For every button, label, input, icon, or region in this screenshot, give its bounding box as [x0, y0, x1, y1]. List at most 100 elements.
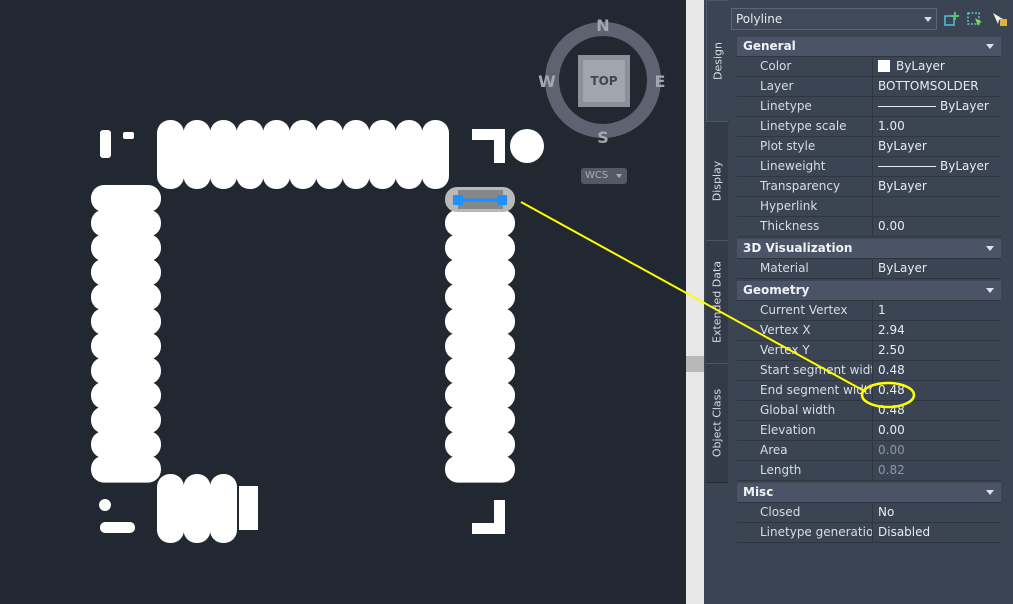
property-value[interactable]: 0.00 [874, 217, 1001, 236]
property-row[interactable]: Linetype ByLayer [737, 97, 1001, 117]
corner-mark[interactable] [472, 500, 505, 534]
property-row[interactable]: Transparency ByLayer [737, 177, 1001, 197]
property-row[interactable]: Vertex X 2.94 [737, 321, 1001, 341]
pad[interactable] [445, 308, 515, 335]
property-row[interactable]: Layer BOTTOMSOLDER [737, 77, 1001, 97]
property-value[interactable]: ByLayer [874, 157, 1001, 176]
tab-extended-data[interactable]: Extended Data [706, 240, 728, 364]
property-row[interactable]: Lineweight ByLayer [737, 157, 1001, 177]
pad[interactable] [210, 474, 237, 543]
pad[interactable] [91, 455, 161, 483]
marker[interactable] [99, 499, 111, 511]
pad[interactable] [289, 120, 317, 189]
palette-splitter[interactable] [686, 0, 704, 604]
pad[interactable] [369, 120, 396, 189]
marker[interactable] [100, 522, 135, 533]
pad[interactable] [91, 406, 161, 434]
section-header[interactable]: General [737, 37, 1001, 57]
property-row[interactable]: Material ByLayer [737, 259, 1001, 279]
property-value[interactable]: ByLayer [874, 137, 1001, 156]
collapse-icon[interactable] [986, 490, 994, 495]
wcs-menu[interactable]: WCS [581, 168, 627, 184]
pad[interactable] [239, 486, 258, 530]
pad[interactable] [316, 120, 343, 189]
pad[interactable] [210, 120, 237, 189]
property-row[interactable]: End segment width 0.48 [737, 381, 1001, 401]
property-row[interactable]: Thickness 0.00 [737, 217, 1001, 237]
pad[interactable] [183, 474, 211, 543]
section-header[interactable]: Misc [737, 483, 1001, 503]
object-type-select[interactable]: Polyline [731, 8, 937, 30]
pad[interactable] [445, 406, 515, 434]
property-row[interactable]: Closed No [737, 503, 1001, 523]
pad[interactable] [91, 332, 161, 360]
property-value[interactable]: 1 [874, 301, 1001, 320]
section-header[interactable]: Geometry [737, 281, 1001, 301]
pad[interactable] [236, 120, 264, 189]
property-row[interactable]: Global width 0.48 [737, 401, 1001, 421]
pad[interactable] [445, 455, 515, 483]
property-value[interactable]: 0.48 [874, 381, 1001, 400]
compass-west[interactable]: W [538, 72, 556, 91]
property-row[interactable]: Vertex Y 2.50 [737, 341, 1001, 361]
pad[interactable] [395, 120, 423, 189]
property-value[interactable]: ByLayer [874, 177, 1001, 196]
pad[interactable] [445, 357, 515, 385]
pad[interactable] [263, 120, 290, 189]
corner-mark[interactable] [472, 129, 505, 163]
property-value[interactable]: ByLayer [874, 57, 1001, 76]
pad[interactable] [157, 474, 184, 543]
property-value[interactable]: 0.48 [874, 401, 1001, 420]
property-value[interactable]: 2.94 [874, 321, 1001, 340]
collapse-icon[interactable] [986, 44, 994, 49]
select-objects-icon[interactable] [966, 10, 984, 28]
property-value[interactable]: 0.48 [874, 361, 1001, 380]
quick-select-icon[interactable] [990, 10, 1008, 28]
property-value[interactable]: ByLayer [874, 97, 1001, 116]
pad[interactable] [445, 332, 515, 360]
grip-start[interactable] [453, 195, 463, 205]
property-row[interactable]: Color ByLayer [737, 57, 1001, 77]
property-row[interactable]: Start segment width 0.48 [737, 361, 1001, 381]
grip-end[interactable] [497, 195, 507, 205]
pad[interactable] [157, 120, 184, 189]
pad[interactable] [91, 234, 161, 262]
tab-display[interactable]: Display [706, 121, 728, 241]
pad[interactable] [445, 258, 515, 286]
pad[interactable] [91, 308, 161, 335]
pad[interactable] [445, 209, 515, 237]
pad[interactable] [445, 234, 515, 262]
property-row[interactable]: Linetype generation Disabled [737, 523, 1001, 543]
marker[interactable] [123, 132, 134, 139]
pad[interactable] [342, 120, 370, 189]
property-value[interactable]: ByLayer [874, 259, 1001, 278]
pad[interactable] [445, 283, 515, 311]
property-value[interactable] [874, 197, 1001, 216]
pad[interactable] [183, 120, 211, 189]
property-row[interactable]: Elevation 0.00 [737, 421, 1001, 441]
property-row[interactable]: Current Vertex 1 [737, 301, 1001, 321]
pad[interactable] [445, 381, 515, 409]
collapse-icon[interactable] [986, 288, 994, 293]
pad[interactable] [91, 258, 161, 286]
property-value[interactable]: No [874, 503, 1001, 522]
property-value[interactable]: 2.50 [874, 341, 1001, 360]
compass-east[interactable]: E [655, 72, 666, 91]
compass-north[interactable]: N [596, 16, 609, 35]
property-row[interactable]: Linetype scale 1.00 [737, 117, 1001, 137]
tab-object-class[interactable]: Object Class [706, 363, 728, 483]
property-row[interactable]: Hyperlink [737, 197, 1001, 217]
pad[interactable] [91, 381, 161, 409]
property-value[interactable]: BOTTOMSOLDER [874, 77, 1001, 96]
pad[interactable] [445, 431, 515, 458]
pad[interactable] [91, 283, 161, 311]
property-value[interactable]: 1.00 [874, 117, 1001, 136]
property-row[interactable]: Area 0.00 [737, 441, 1001, 461]
pad[interactable] [422, 120, 449, 189]
toggle-pickadd-icon[interactable] [943, 10, 961, 28]
collapse-icon[interactable] [986, 246, 994, 251]
tab-design[interactable]: Design [706, 0, 729, 122]
property-value[interactable]: Disabled [874, 523, 1001, 542]
property-value[interactable]: 0.00 [874, 421, 1001, 440]
drawing-viewport[interactable]: TOP N S E W WCS [0, 0, 686, 604]
